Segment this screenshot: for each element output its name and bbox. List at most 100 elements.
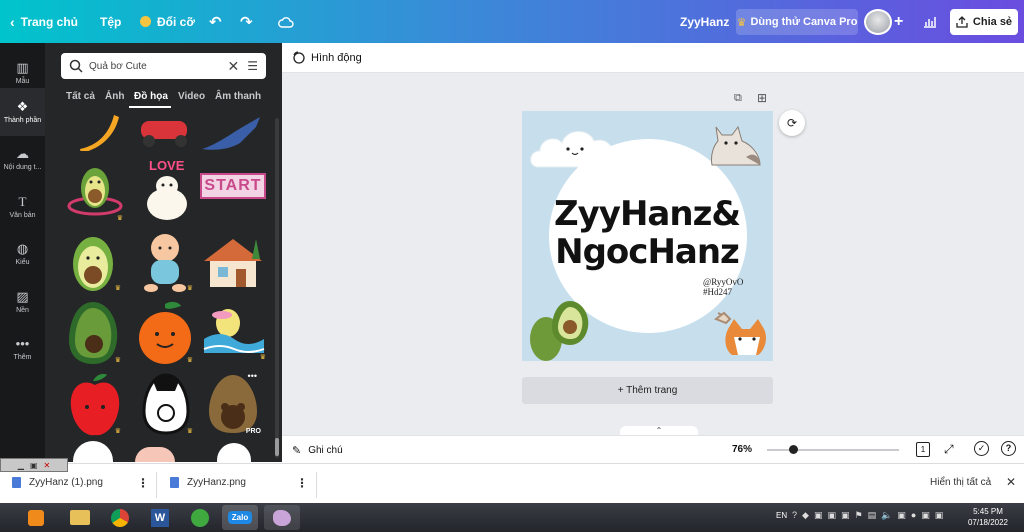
notes-button[interactable]: ✎ Ghi chú xyxy=(292,444,343,457)
close-icon[interactable]: ✕ xyxy=(44,461,51,470)
volume-icon[interactable]: 🔈 xyxy=(881,510,892,521)
rail-item-elements[interactable]: ❖ Thành phần xyxy=(0,88,45,136)
check-icon[interactable]: ✓ xyxy=(974,441,989,456)
minimize-icon[interactable]: ▁ xyxy=(18,461,24,470)
graphic-thumbnail[interactable] xyxy=(73,441,113,462)
graphic-thumbnail[interactable]: ••• PRO xyxy=(205,371,261,437)
top-bar: ‹ Trang chủ Tệp Đổi cỡ ↶ ↷ ZyyHanz ♛ Dùn… xyxy=(0,0,1024,43)
graphic-thumbnail[interactable] xyxy=(70,113,130,153)
graphic-thumbnail[interactable]: ♛ xyxy=(65,158,125,224)
more-options-icon[interactable]: ⋮ xyxy=(296,476,308,490)
tab-video[interactable]: Video xyxy=(178,91,205,102)
search-input[interactable]: Quả bơ Cute xyxy=(89,61,228,72)
search-box[interactable]: Quả bơ Cute ✕ ☰ xyxy=(61,53,266,79)
whale-icon xyxy=(202,117,260,150)
graphic-thumbnail[interactable] xyxy=(217,443,251,462)
share-icon xyxy=(956,16,968,28)
help-icon[interactable]: ? xyxy=(792,510,797,521)
close-icon[interactable]: ✕ xyxy=(1006,475,1016,489)
tab-all[interactable]: Tất cả xyxy=(66,91,95,102)
graphic-thumbnail[interactable] xyxy=(200,235,266,291)
add-member-icon[interactable]: + xyxy=(894,0,903,43)
elements-panel: Quả bơ Cute ✕ ☰ Tất cả Ảnh Đồ họa Video … xyxy=(45,43,282,462)
app-tray-icon[interactable]: ▣ xyxy=(935,510,944,521)
fullscreen-icon[interactable]: ⤢ xyxy=(944,442,954,457)
app-tray-icon[interactable]: ▣ xyxy=(921,510,930,521)
graphic-thumbnail[interactable]: ♛ xyxy=(67,230,123,294)
graphic-thumbnail[interactable]: ♛ xyxy=(135,230,195,294)
network-icon[interactable]: ▤ xyxy=(868,510,877,521)
duplicate-page-icon[interactable]: ⧉ xyxy=(734,92,742,105)
design-page[interactable]: ZyyHanz& NgocHanz @RyyOvO #Hd247 xyxy=(522,111,773,361)
home-button[interactable]: ‹ Trang chủ xyxy=(10,0,78,43)
resize-button[interactable]: Đổi cỡ xyxy=(140,0,195,43)
help-icon[interactable]: ? xyxy=(1001,441,1016,456)
graphic-thumbnail[interactable]: START xyxy=(200,173,268,207)
filter-icon[interactable]: ☰ xyxy=(247,59,258,73)
zoom-level[interactable]: 76% xyxy=(732,444,752,455)
refresh-comment-icon[interactable]: ⟳ xyxy=(779,110,805,136)
app-tray-icon[interactable]: ▣ xyxy=(814,510,823,521)
app-tray-icon[interactable]: ▣ xyxy=(841,510,850,521)
image-file-icon xyxy=(170,477,179,488)
redo-icon[interactable]: ↷ xyxy=(240,0,253,43)
file-explorer-icon[interactable] xyxy=(62,505,98,530)
add-page-icon[interactable]: ⊞ xyxy=(757,91,767,105)
rail-item-text[interactable]: T Văn bản xyxy=(0,183,45,231)
graphic-thumbnail[interactable]: LOVE xyxy=(137,158,197,224)
graphic-thumbnail[interactable]: ♛ xyxy=(200,305,268,363)
tab-audio[interactable]: Âm thanh xyxy=(215,91,261,102)
rail-item-styles[interactable]: ◍ Kiểu xyxy=(0,230,45,278)
download-item[interactable]: ZyyHanz (1).png xyxy=(12,477,103,488)
clock[interactable]: 5:45 PM 07/18/2022 xyxy=(960,506,1016,528)
crown-icon xyxy=(140,16,151,27)
more-options-icon[interactable]: ⋮ xyxy=(137,476,149,490)
page-count[interactable]: 1 xyxy=(916,442,930,457)
zoom-slider-handle[interactable] xyxy=(789,445,799,454)
graphic-thumbnail[interactable]: ♛ xyxy=(67,300,123,366)
app-tray-icon[interactable]: ● xyxy=(911,510,916,521)
graphic-thumbnail[interactable]: ♛ xyxy=(67,371,123,437)
word-icon[interactable]: W xyxy=(142,505,178,530)
animate-button[interactable]: Hình động xyxy=(292,51,362,64)
avatar[interactable] xyxy=(864,9,892,35)
panel-scrollbar[interactable] xyxy=(275,118,279,458)
graphic-thumbnail[interactable] xyxy=(200,113,260,151)
zoom-slider[interactable] xyxy=(767,449,899,451)
share-button[interactable]: Chia sẻ xyxy=(950,9,1018,35)
app-icon[interactable] xyxy=(182,505,218,530)
chrome-icon[interactable] xyxy=(102,505,138,530)
shield-icon[interactable]: ◆ xyxy=(802,510,809,521)
analytics-icon[interactable] xyxy=(916,9,944,35)
language-indicator[interactable]: EN xyxy=(776,511,787,520)
graphic-thumbnail[interactable]: ♛ xyxy=(135,300,195,366)
media-player-icon[interactable] xyxy=(18,505,54,530)
app-tray-icon[interactable]: ▣ xyxy=(897,510,906,521)
restore-icon[interactable]: ▣ xyxy=(30,461,38,470)
design-handle[interactable]: @RyyOvO #Hd247 xyxy=(703,277,743,297)
cloud-save-icon[interactable] xyxy=(278,0,294,43)
panel-scrollbar-thumb[interactable] xyxy=(275,438,279,456)
download-item[interactable]: ZyyHanz.png xyxy=(170,477,246,488)
rail-item-more[interactable]: ••• Thêm xyxy=(0,325,45,373)
graphic-thumbnail[interactable] xyxy=(135,447,175,462)
clear-icon[interactable]: ✕ xyxy=(228,58,240,75)
paint-icon[interactable] xyxy=(264,505,300,530)
graphic-thumbnail[interactable]: ♛ xyxy=(137,371,195,437)
more-options-icon[interactable]: ••• xyxy=(248,371,257,381)
app-tray-icon[interactable]: ▣ xyxy=(827,510,836,521)
canva-pro-button[interactable]: ♛ Dùng thử Canva Pro xyxy=(736,9,858,35)
tab-graphics[interactable]: Đồ họa xyxy=(134,91,168,102)
zalo-icon[interactable]: Zalo xyxy=(222,505,258,530)
show-all-downloads[interactable]: Hiển thị tất cả xyxy=(930,477,991,488)
rail-item-background[interactable]: ▨ Nền xyxy=(0,278,45,326)
rail-item-uploads[interactable]: ☁ Nội dung t... xyxy=(0,135,45,183)
design-title[interactable]: ZyyHanz& NgocHanz xyxy=(552,195,742,271)
graphic-thumbnail[interactable] xyxy=(135,113,195,151)
flag-icon[interactable]: ⚑ xyxy=(854,510,862,521)
file-menu[interactable]: Tệp xyxy=(100,0,121,43)
tab-photos[interactable]: Ảnh xyxy=(105,91,124,102)
minimized-window[interactable]: ▁ ▣ ✕ xyxy=(0,458,68,472)
add-page-button[interactable]: + Thêm trang xyxy=(522,377,773,404)
undo-icon[interactable]: ↶ xyxy=(209,0,222,43)
